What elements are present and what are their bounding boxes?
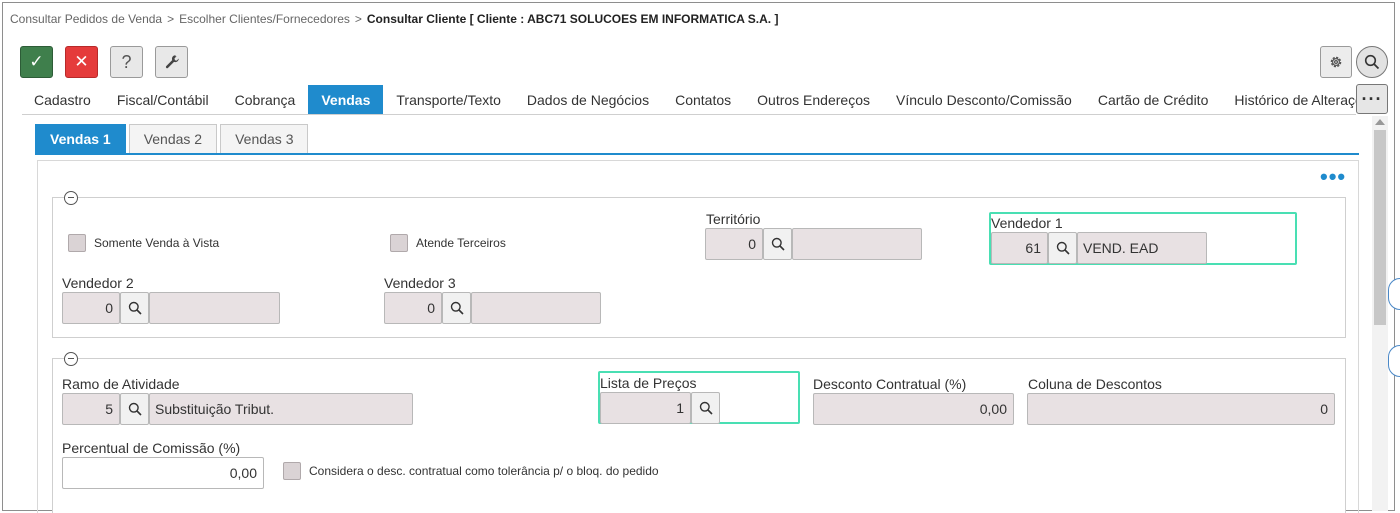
- territorio-description: [792, 228, 922, 260]
- ramo-atividade-label: Ramo de Atividade: [62, 376, 180, 392]
- ramo-atividade-description: Substituição Tribut.: [149, 393, 413, 425]
- search-icon: [1056, 241, 1070, 255]
- scrollbar-thumb[interactable]: [1374, 130, 1386, 325]
- percentual-comissao-input[interactable]: 0,00: [62, 457, 264, 489]
- tab-cobranca[interactable]: Cobrança: [222, 85, 309, 115]
- ramo-atividade-code-input[interactable]: 5: [62, 393, 120, 425]
- close-icon: ✕: [74, 52, 89, 71]
- subtab-vendas-3[interactable]: Vendas 3: [220, 124, 309, 154]
- vendedor3-lookup-button[interactable]: [442, 292, 471, 324]
- tab-cartao-credito[interactable]: Cartão de Crédito: [1085, 85, 1222, 115]
- considera-desc-label: Considera o desc. contratual como tolerâ…: [309, 464, 659, 478]
- main-tabs: Cadastro Fiscal/Contábil Cobrança Vendas…: [21, 85, 1400, 115]
- search-icon: [450, 301, 464, 315]
- global-search-button[interactable]: [1356, 46, 1388, 78]
- vendedor1-label: Vendedor 1: [991, 215, 1063, 231]
- vendedor2-description: [149, 292, 280, 324]
- collapse-icon[interactable]: [64, 191, 78, 205]
- breadcrumb-escolher-clientes[interactable]: Escolher Clientes/Fornecedores: [179, 12, 350, 26]
- more-options-icon[interactable]: •••: [1320, 166, 1346, 188]
- vendedor1-lookup-button[interactable]: [1048, 232, 1077, 264]
- atende-terceiros-row: Atende Terceiros: [390, 234, 506, 252]
- more-tabs-button[interactable]: ···: [1356, 84, 1388, 114]
- territorio-lookup-button[interactable]: [763, 228, 792, 260]
- tab-contatos[interactable]: Contatos: [662, 85, 744, 115]
- territorio-label: Território: [706, 211, 761, 227]
- tools-button[interactable]: [155, 46, 188, 78]
- search-icon: [699, 401, 713, 415]
- breadcrumb-current: Consultar Cliente [ Cliente : ABC71 SOLU…: [366, 12, 779, 26]
- search-icon: [128, 301, 142, 315]
- coluna-descontos-label: Coluna de Descontos: [1028, 376, 1162, 392]
- somente-venda-vista-row: Somente Venda à Vista: [68, 234, 219, 252]
- tab-vinculo-desconto-comissao[interactable]: Vínculo Desconto/Comissão: [883, 85, 1085, 115]
- breadcrumb-separator: >: [354, 12, 362, 26]
- tabs-divider: [22, 114, 1356, 115]
- breadcrumb-pedidos-venda[interactable]: Consultar Pedidos de Venda: [10, 12, 162, 26]
- subtab-vendas-1[interactable]: Vendas 1: [35, 124, 126, 154]
- vendedor3-description: [471, 292, 601, 324]
- subtabs-underline: [35, 153, 1359, 155]
- collapse-icon[interactable]: [64, 352, 78, 366]
- tab-fiscal-contabil[interactable]: Fiscal/Contábil: [104, 85, 222, 115]
- sub-tabs: Vendas 1 Vendas 2 Vendas 3: [35, 124, 311, 154]
- vendedor3-label: Vendedor 3: [384, 275, 456, 291]
- desconto-contratual-input[interactable]: 0,00: [813, 393, 1014, 425]
- help-button[interactable]: ?: [110, 46, 143, 78]
- coluna-descontos-input[interactable]: 0: [1027, 393, 1335, 425]
- ellipsis-icon: ···: [1361, 88, 1383, 109]
- search-icon: [128, 402, 142, 416]
- considera-desc-checkbox[interactable]: [283, 462, 301, 480]
- side-panel-handle[interactable]: [1388, 278, 1400, 310]
- desconto-contratual-label: Desconto Contratual (%): [813, 376, 967, 392]
- breadcrumb: Consultar Pedidos de Venda > Escolher Clie…: [10, 12, 778, 26]
- atende-terceiros-label: Atende Terceiros: [416, 236, 506, 250]
- check-icon: ✓: [29, 52, 44, 71]
- lista-precos-code-input[interactable]: 1: [600, 392, 691, 424]
- tab-truncated[interactable]: A: [1391, 85, 1400, 115]
- wrench-icon: [165, 55, 179, 69]
- side-panel-handle[interactable]: [1388, 345, 1400, 377]
- tab-transporte-texto[interactable]: Transporte/Texto: [383, 85, 514, 115]
- considera-desc-row: Considera o desc. contratual como tolerâ…: [283, 462, 659, 480]
- vendedor2-lookup-button[interactable]: [120, 292, 149, 324]
- search-icon: [771, 237, 785, 251]
- vendedor3-code-input[interactable]: 0: [384, 292, 442, 324]
- vendedor1-code-input[interactable]: 61: [991, 232, 1048, 264]
- gear-icon: [1330, 56, 1342, 68]
- tab-vendas[interactable]: Vendas: [308, 85, 384, 115]
- scroll-up-arrow-icon[interactable]: [1375, 119, 1385, 125]
- question-icon: ?: [121, 51, 132, 72]
- somente-venda-vista-label: Somente Venda à Vista: [94, 236, 220, 250]
- tab-dados-negocios[interactable]: Dados de Negócios: [514, 85, 662, 115]
- breadcrumb-separator: >: [167, 12, 175, 26]
- vendedor1-description: VEND. EAD: [1077, 232, 1207, 264]
- vendedor2-label: Vendedor 2: [62, 275, 134, 291]
- lista-precos-lookup-button[interactable]: [691, 392, 720, 424]
- cancel-button[interactable]: ✕: [65, 46, 98, 78]
- confirm-button[interactable]: ✓: [20, 46, 53, 78]
- settings-button[interactable]: [1320, 46, 1352, 78]
- subtab-vendas-2[interactable]: Vendas 2: [128, 124, 218, 154]
- atende-terceiros-checkbox[interactable]: [390, 234, 408, 252]
- territorio-code-input[interactable]: 0: [705, 228, 763, 260]
- percentual-comissao-label: Percentual de Comissão (%): [62, 440, 241, 456]
- search-icon: [1364, 54, 1380, 70]
- vendedor2-code-input[interactable]: 0: [62, 292, 120, 324]
- tab-cadastro[interactable]: Cadastro: [21, 85, 104, 115]
- lista-precos-label: Lista de Preços: [600, 375, 697, 391]
- somente-venda-vista-checkbox[interactable]: [68, 234, 86, 252]
- ramo-atividade-lookup-button[interactable]: [120, 393, 149, 425]
- tab-outros-enderecos[interactable]: Outros Endereços: [744, 85, 883, 115]
